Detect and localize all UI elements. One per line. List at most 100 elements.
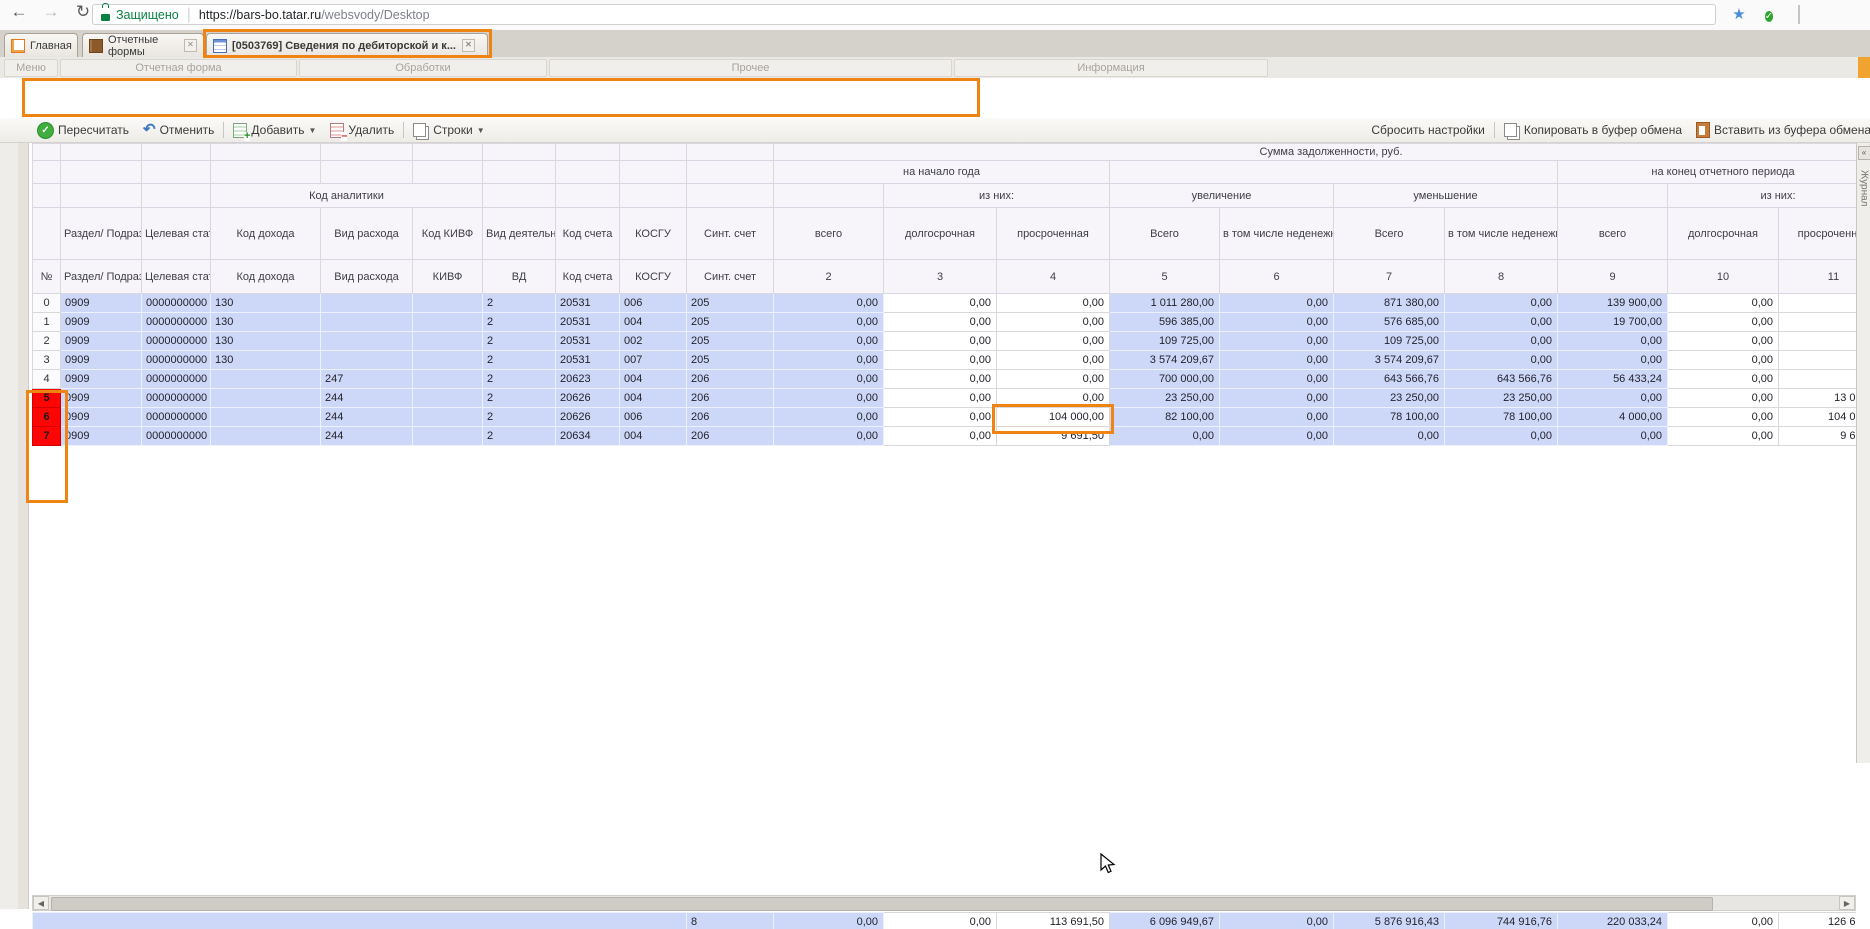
scrollbar-thumb[interactable] <box>51 897 1713 911</box>
value-cell[interactable]: 0,00 <box>1220 313 1334 332</box>
value-cell[interactable]: 0,00 <box>774 408 884 427</box>
menu-item-menu[interactable]: Меню <box>4 59 58 77</box>
code-cell[interactable]: 20531 <box>556 332 620 351</box>
code-cell[interactable]: 130 <box>211 294 321 313</box>
code-cell[interactable]: 0909 <box>61 294 142 313</box>
code-cell[interactable]: 206 <box>687 408 774 427</box>
value-cell[interactable]: 0,00 <box>997 370 1110 389</box>
value-cell[interactable]: 0,00 <box>774 351 884 370</box>
code-cell[interactable] <box>413 332 483 351</box>
code-cell[interactable]: 206 <box>687 370 774 389</box>
value-cell[interactable]: 9 691,50 <box>1779 427 1857 446</box>
value-cell[interactable]: 0,00 <box>1558 427 1668 446</box>
code-cell[interactable]: 0909 <box>61 427 142 446</box>
code-cell[interactable]: 205 <box>687 351 774 370</box>
totals-value[interactable]: 0,00 <box>1668 913 1779 929</box>
code-cell[interactable]: 004 <box>620 313 687 332</box>
code-cell[interactable]: 0909 <box>61 408 142 427</box>
code-cell[interactable] <box>321 351 413 370</box>
rows-button[interactable]: Строки ▼ <box>406 119 491 141</box>
code-cell[interactable]: 0000000000 <box>142 408 211 427</box>
reset-settings-button[interactable]: Сбросить настройки <box>1364 119 1491 141</box>
extension-icon[interactable]: ✓ <box>1758 6 1780 24</box>
value-cell[interactable]: 596 385,00 <box>1110 313 1220 332</box>
code-cell[interactable]: 247 <box>321 370 413 389</box>
value-cell[interactable]: 0,00 <box>1668 351 1779 370</box>
value-cell[interactable]: 0,00 <box>997 313 1110 332</box>
menu-item-report-form[interactable]: Отчетная форма <box>60 59 297 77</box>
code-cell[interactable] <box>413 351 483 370</box>
value-cell[interactable]: 0,00 <box>1110 427 1220 446</box>
code-cell[interactable] <box>211 370 321 389</box>
value-cell[interactable]: 56 433,24 <box>1558 370 1668 389</box>
value-cell[interactable]: 19 700,00 <box>1558 313 1668 332</box>
code-cell[interactable] <box>413 313 483 332</box>
copy-clipboard-button[interactable]: Копировать в буфер обмена <box>1497 119 1689 141</box>
value-cell[interactable]: 0,00 <box>1668 294 1779 313</box>
code-cell[interactable]: 244 <box>321 408 413 427</box>
value-cell[interactable]: 109 725,00 <box>1110 332 1220 351</box>
code-cell[interactable]: 0909 <box>61 351 142 370</box>
value-cell[interactable]: 3 574 209,67 <box>1334 351 1445 370</box>
paste-clipboard-button[interactable]: Вставить из буфера обмена <box>1689 119 1870 141</box>
value-cell[interactable]: 1 011 280,00 <box>1110 294 1220 313</box>
value-cell[interactable]: 643 566,76 <box>1334 370 1445 389</box>
code-cell[interactable] <box>211 389 321 408</box>
value-cell[interactable]: 0,00 <box>1445 313 1558 332</box>
value-cell[interactable]: 0,00 <box>1445 294 1558 313</box>
code-cell[interactable]: 2 <box>483 332 556 351</box>
tab-otchetnye-formy[interactable]: Отчетные формы ✕ <box>82 33 204 57</box>
code-cell[interactable] <box>413 370 483 389</box>
code-cell[interactable]: 2 <box>483 313 556 332</box>
code-cell[interactable]: 0000000000 <box>142 294 211 313</box>
value-cell[interactable]: 0,00 <box>1334 427 1445 446</box>
menu-item-other[interactable]: Прочее <box>549 59 952 77</box>
code-cell[interactable]: 006 <box>620 408 687 427</box>
totals-value[interactable]: 6 096 949,67 <box>1110 913 1220 929</box>
value-cell[interactable]: 0,00 <box>1220 389 1334 408</box>
value-cell[interactable]: 871 380,00 <box>1334 294 1445 313</box>
code-cell[interactable]: 0000000000 <box>142 427 211 446</box>
left-collapsed-panel[interactable] <box>0 143 19 909</box>
scroll-right-icon[interactable]: ▶ <box>1839 896 1855 910</box>
value-cell[interactable]: 0,00 <box>884 351 997 370</box>
value-cell[interactable]: 0,00 <box>774 370 884 389</box>
row-number[interactable]: 0 <box>33 294 61 313</box>
value-cell[interactable]: 0,00 <box>1668 408 1779 427</box>
row-number[interactable]: 4 <box>33 370 61 389</box>
code-cell[interactable] <box>321 313 413 332</box>
value-cell[interactable]: 0,00 <box>1220 332 1334 351</box>
collapse-panel-icon[interactable]: « <box>1858 146 1870 160</box>
value-cell[interactable]: 0,00 <box>884 332 997 351</box>
value-cell[interactable]: 0,00 <box>1668 427 1779 446</box>
code-cell[interactable]: 007 <box>620 351 687 370</box>
value-cell[interactable]: 0,00 <box>1779 332 1857 351</box>
value-cell[interactable]: 0,00 <box>997 294 1110 313</box>
code-cell[interactable]: 130 <box>211 313 321 332</box>
code-cell[interactable]: 0909 <box>61 332 142 351</box>
value-cell[interactable]: 0,00 <box>774 294 884 313</box>
address-bar[interactable]: Защищено | https://bars-bo.tatar.ru/webs… <box>92 4 1716 25</box>
totals-value[interactable]: 0,00 <box>884 913 997 929</box>
scroll-left-icon[interactable]: ◀ <box>33 896 49 910</box>
horizontal-scrollbar[interactable]: ◀ ▶ <box>32 895 1856 911</box>
code-cell[interactable]: 0909 <box>61 370 142 389</box>
value-cell[interactable]: 0,00 <box>884 313 997 332</box>
code-cell[interactable]: 20626 <box>556 389 620 408</box>
code-cell[interactable]: 0000000000 <box>142 370 211 389</box>
code-cell[interactable]: 0000000000 <box>142 351 211 370</box>
value-cell[interactable]: 139 900,00 <box>1558 294 1668 313</box>
code-cell[interactable] <box>413 408 483 427</box>
back-icon[interactable]: ← <box>6 2 32 22</box>
totals-value[interactable]: 744 916,76 <box>1445 913 1558 929</box>
value-cell[interactable]: 0,00 <box>1668 313 1779 332</box>
code-cell[interactable]: 002 <box>620 332 687 351</box>
row-number[interactable]: 3 <box>33 351 61 370</box>
code-cell[interactable]: 0000000000 <box>142 332 211 351</box>
value-cell[interactable]: 576 685,00 <box>1334 313 1445 332</box>
bookmark-star-icon[interactable]: ★ <box>1728 6 1750 24</box>
code-cell[interactable]: 0000000000 <box>142 389 211 408</box>
value-cell[interactable]: 0,00 <box>1668 370 1779 389</box>
value-cell[interactable]: 0,00 <box>884 427 997 446</box>
code-cell[interactable]: 2 <box>483 370 556 389</box>
